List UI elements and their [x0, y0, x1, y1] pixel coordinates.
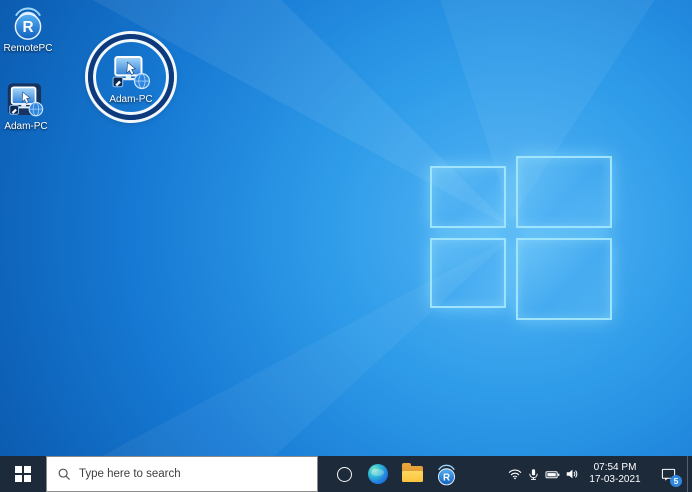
adam-pc-shortcut-icon: [110, 50, 152, 92]
windows-logo-pane: [430, 166, 506, 228]
taskbar-clock[interactable]: 07:54 PM 17-03-2021: [584, 456, 646, 492]
folder-icon: [402, 466, 423, 482]
windows-desktop-screen: R RemotePC: [0, 0, 692, 492]
svg-text:R: R: [442, 472, 449, 483]
highlight-circle-annotation: Adam-PC: [88, 34, 174, 120]
windows-logo-pane: [516, 156, 612, 228]
desktop-icon-remotepc[interactable]: R RemotePC: [0, 5, 60, 54]
windows-logo-wallpaper: [430, 154, 616, 322]
volume-tray-button[interactable]: [562, 456, 581, 492]
taskbar-search[interactable]: [46, 456, 318, 492]
windows-start-icon: [15, 466, 31, 482]
clock-time: 07:54 PM: [594, 462, 637, 474]
cortana-icon: [337, 467, 352, 482]
search-icon: [57, 467, 71, 481]
battery-icon: [545, 468, 560, 481]
wifi-icon: [508, 467, 522, 481]
microphone-tray-button[interactable]: [524, 456, 543, 492]
edge-button[interactable]: [361, 456, 395, 492]
desktop-icon-adam-pc-highlighted[interactable]: Adam-PC: [109, 50, 152, 105]
taskbar: R: [0, 456, 692, 492]
svg-text:R: R: [22, 19, 33, 36]
adam-pc-shortcut-icon: [7, 81, 45, 119]
desktop-icon-label: Adam-PC: [4, 121, 47, 132]
clock-date: 17-03-2021: [589, 474, 640, 486]
system-tray: [505, 456, 581, 492]
show-desktop-strip[interactable]: [687, 456, 692, 492]
file-explorer-button[interactable]: [395, 456, 429, 492]
desktop-icon-label: Adam-PC: [109, 94, 152, 105]
remotepc-app-icon: R: [10, 5, 46, 41]
remotepc-icon: R: [435, 463, 458, 486]
start-button[interactable]: [0, 456, 46, 492]
speaker-icon: [565, 467, 579, 481]
microphone-icon: [527, 468, 540, 481]
battery-tray-button[interactable]: [543, 456, 562, 492]
desktop-icon-adam-pc[interactable]: Adam-PC: [0, 81, 58, 132]
windows-logo-pane: [430, 238, 506, 308]
action-center-button[interactable]: 5: [649, 456, 687, 492]
edge-icon: [368, 464, 388, 484]
taskbar-spacer: [463, 456, 505, 492]
windows-logo-pane: [516, 238, 612, 320]
cortana-button[interactable]: [327, 456, 361, 492]
network-tray-button[interactable]: [505, 456, 524, 492]
desktop-wallpaper: R RemotePC: [0, 0, 692, 456]
desktop-icon-label: RemotePC: [4, 43, 53, 54]
notification-badge: 5: [670, 475, 682, 487]
remotepc-taskbar-button[interactable]: R: [429, 456, 463, 492]
search-input[interactable]: [71, 457, 317, 491]
